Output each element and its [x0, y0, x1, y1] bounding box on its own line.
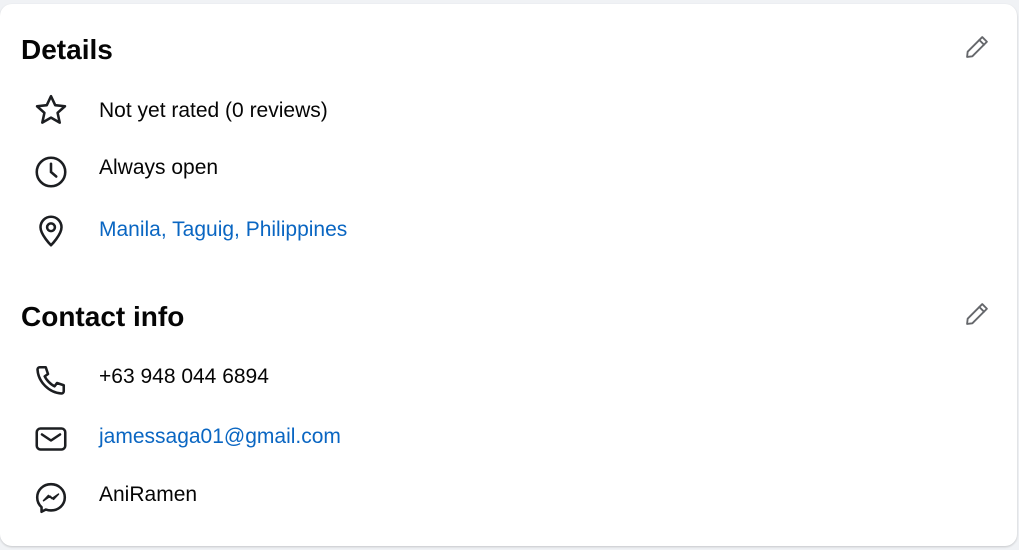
location-row: Manila, Taguig, Philippines [0, 209, 900, 253]
phone-icon [33, 362, 69, 398]
email-row: jamessaga01@gmail.com [0, 416, 900, 460]
contact-info-title: Contact info [21, 301, 185, 332]
location-link[interactable]: Manila, Taguig, Philippines [99, 217, 347, 243]
rating-row: Not yet rated (0 reviews) [0, 90, 900, 134]
rating-text: Not yet rated (0 reviews) [99, 99, 328, 122]
pencil-icon [963, 300, 991, 333]
details-title: Details [21, 34, 113, 65]
mail-icon [33, 421, 69, 457]
star-icon [33, 92, 69, 128]
email-link[interactable]: jamessaga01@gmail.com [99, 424, 341, 450]
hours-text: Always open [99, 156, 219, 179]
messenger-row: AniRamen [0, 474, 900, 518]
edit-contact-info-button[interactable] [960, 299, 994, 333]
edit-details-button[interactable] [960, 32, 994, 66]
messenger-icon [33, 480, 69, 516]
clock-icon [33, 154, 69, 190]
hours-row: Always open [0, 147, 900, 191]
phone-row: +63 948 044 6894 [0, 356, 900, 400]
pencil-icon [963, 33, 991, 66]
messenger-text: AniRamen [99, 483, 198, 506]
details-card: Details Not yet rated (0 reviews) Always… [0, 4, 1017, 546]
phone-text: +63 948 044 6894 [99, 365, 269, 388]
location-pin-icon [33, 213, 69, 249]
